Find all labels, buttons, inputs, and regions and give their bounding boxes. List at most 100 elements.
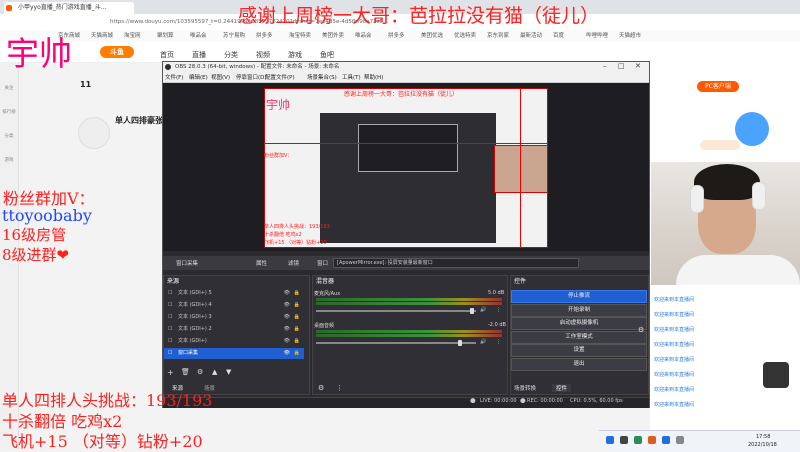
- properties-button[interactable]: 属性: [256, 259, 267, 267]
- bookmark-item[interactable]: 唯品会: [190, 31, 207, 39]
- preview-text-name: 宇帅: [266, 98, 291, 112]
- maximize-icon[interactable]: □: [618, 62, 625, 70]
- sidebar-item[interactable]: 排行榜: [2, 109, 16, 115]
- chat-text: 欢迎来到本直播间: [654, 297, 695, 303]
- site-logo[interactable]: 斗鱼: [100, 46, 134, 58]
- sources-header: 来源: [167, 278, 180, 285]
- browser-tab[interactable]: 小甲yyo直播_热门游戏直播_斗…: [4, 2, 134, 14]
- game-badge-icon[interactable]: [763, 362, 789, 388]
- source-item[interactable]: ☐ 文本 (GDI+) 👁 🔒: [164, 336, 304, 347]
- control-button[interactable]: 停止推流: [511, 290, 647, 303]
- remove-source-icon[interactable]: 🗑: [181, 368, 190, 376]
- bookmark-item[interactable]: 优选特卖: [454, 31, 476, 39]
- streamer-avatar[interactable]: [78, 117, 110, 149]
- volume-knob[interactable]: [470, 308, 474, 314]
- move-up-icon[interactable]: ▲: [212, 368, 217, 376]
- sidebar-item[interactable]: 分类: [2, 133, 16, 139]
- bookmark-item[interactable]: 苏宁易购: [223, 31, 245, 39]
- source-item[interactable]: ☐ 文本 (GDI+) 5 👁 🔒: [164, 288, 304, 299]
- sidebar-item[interactable]: 游戏: [2, 157, 16, 163]
- bookmark-item[interactable]: 百度: [553, 31, 564, 39]
- app-icon[interactable]: [648, 436, 656, 444]
- volume-slider[interactable]: [316, 310, 476, 312]
- control-button[interactable]: 设置: [511, 344, 647, 357]
- bookmark-item[interactable]: 天猫超市: [619, 31, 641, 39]
- bookmark-item[interactable]: 美团外卖: [322, 31, 344, 39]
- source-item[interactable]: ☐ 文本 (GDI+) 3 👁 🔒: [164, 312, 304, 323]
- source-item[interactable]: ☐ 窗口采集 👁 🔒: [164, 348, 304, 359]
- obs-menu-item[interactable]: 文件(F): [165, 73, 183, 81]
- source-settings-icon[interactable]: ⚙: [197, 368, 203, 376]
- network-icon[interactable]: [606, 436, 614, 444]
- lock-icon[interactable]: 🔒: [294, 336, 300, 347]
- nav-item[interactable]: 鱼吧: [320, 50, 334, 60]
- chat-text: 欢迎来到本直播间: [654, 372, 695, 378]
- app-icon[interactable]: [662, 436, 670, 444]
- window-select[interactable]: [ApowerMirror.exe]: 投屏安装量最新窗口: [333, 258, 579, 268]
- control-button[interactable]: 开始录制: [511, 303, 647, 317]
- bookmark-item[interactable]: 天猫商城: [91, 31, 113, 39]
- control-button[interactable]: 启动虚拟摄像机: [511, 317, 647, 330]
- rec-indicator-icon: ⬤: [520, 398, 526, 404]
- volume-slider[interactable]: [316, 342, 476, 344]
- bookmark-item[interactable]: 淘宝网: [124, 31, 141, 39]
- bookmark-item[interactable]: 哔哩哔哩: [586, 31, 608, 39]
- bookmark-item[interactable]: 最新活动: [520, 31, 542, 39]
- promo-button[interactable]: [700, 140, 740, 150]
- nav-item[interactable]: 直播: [192, 50, 206, 60]
- sidebar-item[interactable]: 关注: [2, 85, 16, 91]
- obs-menu-item[interactable]: 编辑(E): [189, 73, 208, 81]
- lock-icon[interactable]: 🔒: [294, 288, 300, 299]
- promo-badge[interactable]: [735, 112, 769, 146]
- eye-icon[interactable]: 👁: [284, 312, 290, 323]
- virtual-cam-settings-icon[interactable]: ⚙: [638, 326, 644, 334]
- control-button[interactable]: 工作室模式: [511, 330, 647, 344]
- bookmark-item[interactable]: 拼多多: [388, 31, 405, 39]
- mixer-menu-icon[interactable]: ⋮: [336, 384, 343, 392]
- tab-controls[interactable]: 控件: [552, 384, 572, 392]
- eye-icon[interactable]: 👁: [284, 348, 290, 359]
- eye-icon[interactable]: 👁: [284, 300, 290, 311]
- live-indicator-icon: ⬤: [470, 398, 476, 404]
- nav-item[interactable]: 首页: [160, 50, 174, 60]
- obs-menu-item[interactable]: 帮助(H): [364, 73, 383, 81]
- add-source-icon[interactable]: +: [167, 368, 174, 377]
- mixer-advanced-icon[interactable]: ⚙: [318, 384, 324, 392]
- move-down-icon[interactable]: ▼: [226, 368, 231, 376]
- preview-guide-v: [520, 88, 521, 248]
- volume-knob[interactable]: [458, 340, 462, 346]
- volume-icon[interactable]: [620, 436, 628, 444]
- nav-item[interactable]: 视频: [256, 50, 270, 60]
- source-item[interactable]: ☐ 文本 (GDI+) 4 👁 🔒: [164, 300, 304, 311]
- bookmark-item[interactable]: 唯品会: [355, 31, 372, 39]
- nav-item[interactable]: 分类: [224, 50, 238, 60]
- eye-icon[interactable]: 👁: [284, 288, 290, 299]
- nav-item[interactable]: 游戏: [288, 50, 302, 60]
- filters-button[interactable]: 滤镜: [288, 259, 299, 267]
- close-icon[interactable]: ✕: [635, 62, 641, 70]
- bookmark-item[interactable]: 拼多多: [256, 31, 273, 39]
- bookmark-item[interactable]: 美团优选: [421, 31, 443, 39]
- input-icon[interactable]: [634, 436, 642, 444]
- source-name: 文本 (GDI+): [178, 338, 207, 344]
- lock-icon[interactable]: 🔒: [294, 300, 300, 311]
- lock-icon[interactable]: 🔒: [294, 324, 300, 335]
- minimize-icon[interactable]: –: [603, 62, 607, 70]
- app-icon[interactable]: [676, 436, 684, 444]
- eye-icon[interactable]: 👁: [284, 336, 290, 347]
- tab-transitions[interactable]: 场景转换: [514, 384, 536, 392]
- lock-icon[interactable]: 🔒: [294, 312, 300, 323]
- bookmark-item[interactable]: 京东到家: [487, 31, 509, 39]
- pc-client-button[interactable]: PC客户端: [697, 81, 739, 92]
- bookmark-item[interactable]: 淘宝特卖: [289, 31, 311, 39]
- obs-menu-item[interactable]: 视图(V): [211, 73, 230, 81]
- eye-icon[interactable]: 👁: [284, 324, 290, 335]
- source-item[interactable]: ☐ 文本 (GDI+) 2 👁 🔒: [164, 324, 304, 335]
- obs-menu-item[interactable]: 停靠窗口(D): [236, 73, 267, 81]
- obs-menu-item[interactable]: 配置文件(P): [265, 73, 295, 81]
- bookmark-item[interactable]: 聚划算: [157, 31, 174, 39]
- obs-menu-item[interactable]: 工具(T): [342, 73, 361, 81]
- obs-menu-item[interactable]: 场景集合(S): [307, 73, 337, 81]
- control-button[interactable]: 退出: [511, 357, 647, 371]
- lock-icon[interactable]: 🔒: [294, 348, 300, 359]
